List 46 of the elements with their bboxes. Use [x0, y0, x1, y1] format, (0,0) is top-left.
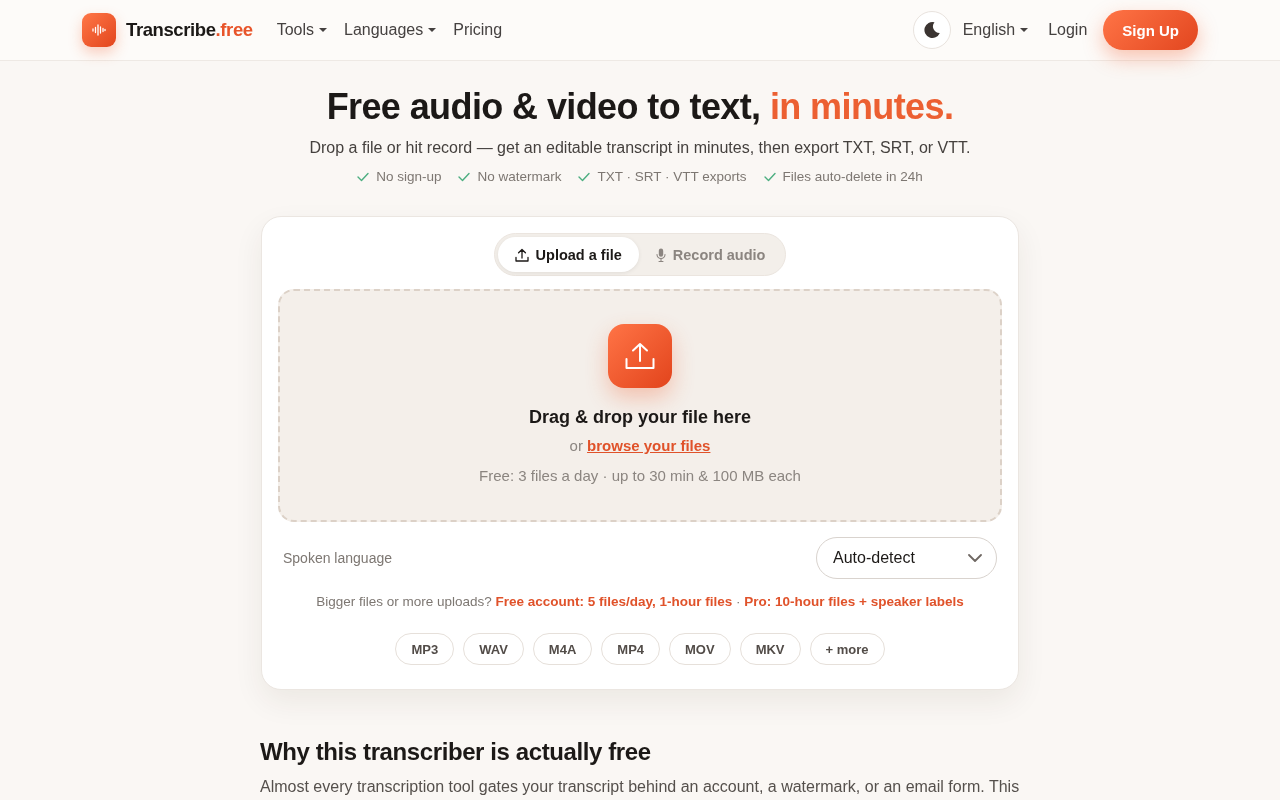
drop-zone[interactable]: Drag & drop your file here or browse your files Free: 3 files a day · up to 30 min & 100 MB each	[278, 289, 1002, 522]
check-icon	[458, 172, 471, 182]
upsell-text: Bigger files or more uploads? Free account: 5 files/day, 1-hour files · Pro: 10-hour files + speaker labels	[315, 593, 965, 611]
theme-toggle-button[interactable]	[912, 11, 951, 49]
signup-button[interactable]: Sign Up	[1103, 10, 1198, 50]
nav-dropdown[interactable]: Languages	[344, 21, 437, 39]
check-icon	[763, 172, 776, 182]
format-tag: M4A	[532, 633, 593, 665]
format-tag: MKV	[739, 633, 801, 665]
upsell-link[interactable]: Free account: 5 files/day, 1-hour files	[495, 594, 733, 609]
chevron-icon	[968, 554, 982, 562]
section-title: Why this transcriber is actually free	[260, 737, 652, 767]
caret-icon	[319, 28, 327, 32]
format-tag: WAV	[463, 633, 524, 665]
feature-text: TXT · SRT · VTT exports	[597, 168, 747, 186]
feature-text: No watermark	[477, 168, 562, 186]
section-body: Almost every transcription tool gates your transcript behind an account, a watermark, or an email form. This	[260, 778, 1020, 796]
caret-icon	[1020, 28, 1029, 32]
check-icon	[357, 172, 370, 182]
format-tag: MOV	[669, 633, 731, 665]
nav-link[interactable]: Pricing	[453, 21, 503, 39]
mode-tab[interactable]: Upload a file	[497, 237, 639, 272]
drop-title: Drag & drop your file here	[528, 406, 751, 428]
upload-icon	[608, 324, 672, 388]
language-select[interactable]: Auto-detect	[816, 537, 997, 579]
brand-link[interactable]: Transcribe.free	[126, 19, 253, 41]
upload-icon	[514, 247, 529, 262]
browse-text: or browse your files	[569, 436, 711, 456]
format-tag: + more	[809, 633, 885, 665]
limits-text: Free: 3 files a day · up to 30 min & 100 MB each	[479, 466, 801, 486]
microphone-icon	[655, 247, 666, 262]
moon-icon	[922, 21, 941, 39]
format-tag: MP3	[395, 633, 455, 665]
caret-icon	[428, 28, 437, 32]
nav-dropdown[interactable]: English	[962, 21, 1029, 39]
check-icon	[578, 172, 591, 182]
feature-text: No sign-up	[376, 168, 442, 186]
hero-title: Free audio & video to text, in minutes.	[325, 85, 955, 129]
nav-link[interactable]: Login	[1048, 21, 1088, 39]
upsell-link[interactable]: Pro: 10-hour files + speaker labels	[744, 594, 964, 609]
language-label: Spoken language	[283, 550, 392, 566]
nav-dropdown[interactable]: Tools	[276, 21, 327, 39]
format-tag: MP4	[601, 633, 661, 665]
waveform-logo-icon	[82, 13, 116, 47]
hero-subtitle: Drop a file or hit record — get an editable transcript in minutes, then export TXT, SRT, or VTT.	[308, 138, 972, 158]
feature-text: Files auto-delete in 24h	[782, 168, 923, 186]
